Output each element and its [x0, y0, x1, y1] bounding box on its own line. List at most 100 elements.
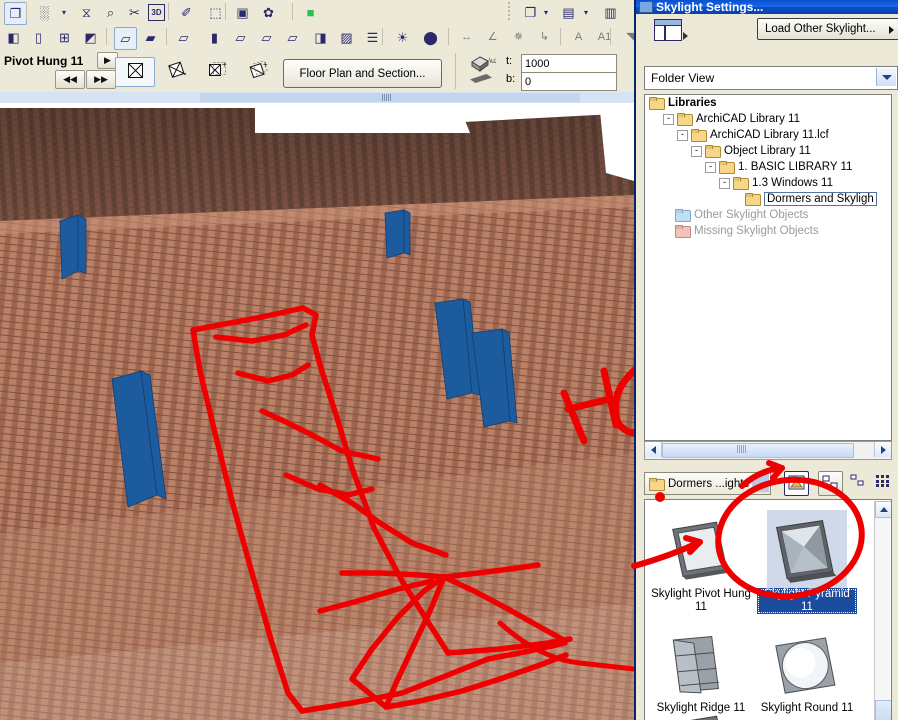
tree-item[interactable]: - Object Library 11: [645, 143, 891, 159]
object-thumbnail[interactable]: [651, 702, 751, 720]
navigator-icon[interactable]: ▤: [558, 2, 579, 23]
tree-toggle-icon[interactable]: -: [691, 145, 702, 157]
palette-icon[interactable]: ■: [300, 2, 321, 23]
level-dimension-icon[interactable]: ↳: [534, 27, 555, 48]
load-other-skylight-button[interactable]: Load Other Skylight...: [757, 18, 898, 40]
tree-item[interactable]: Missing Skylight Objects: [645, 223, 891, 239]
tree-toggle-icon[interactable]: -: [705, 161, 716, 173]
view-mode-dropdown[interactable]: Folder View: [644, 66, 898, 90]
dialog-title-bar[interactable]: Skylight Settings...: [636, 0, 898, 14]
tree-item[interactable]: Libraries: [645, 95, 891, 111]
column-tool-icon[interactable]: ▮: [204, 27, 225, 48]
light-tool-icon[interactable]: ☀: [392, 27, 413, 48]
morph-tool-icon[interactable]: ⬤: [420, 27, 441, 48]
large-icons-button[interactable]: [818, 471, 843, 496]
angle-dimension-icon[interactable]: ∠: [482, 27, 503, 48]
camera-icon[interactable]: ▣: [232, 2, 253, 23]
current-library-selector[interactable]: Dormers ...ights 11: [644, 472, 771, 495]
3d-view-icon[interactable]: 3D: [148, 4, 165, 21]
top-height-input[interactable]: 1000: [521, 54, 617, 73]
preview-view-button[interactable]: [784, 471, 809, 496]
shell-tool-icon[interactable]: ◨: [310, 27, 331, 48]
tree-item[interactable]: Other Skylight Objects: [645, 207, 891, 223]
library-tree[interactable]: Libraries - ArchiCAD Library 11- ArchiCAD L…: [644, 94, 892, 441]
find-select-icon[interactable]: ⌕: [100, 2, 121, 23]
slab-tool-icon[interactable]: ▱: [230, 27, 251, 48]
object-thumbnail[interactable]: Skylight Pyramid 11: [757, 508, 857, 614]
tree-scroll-thumb[interactable]: [662, 443, 854, 458]
tree-item[interactable]: - 1. BASIC LIBRARY 11: [645, 159, 891, 175]
radial-dimension-icon[interactable]: ✵: [508, 27, 529, 48]
browse-arrow-icon[interactable]: [683, 32, 688, 40]
tree-item[interactable]: - ArchiCAD Library 11: [645, 111, 891, 127]
navigator-arrow-icon[interactable]: ▾: [580, 2, 592, 23]
screenshot-root: ❐ ░ ▾ ⧖ ⌕ ✂ 3D ✐ ⬚ ▣ ✿ ■ ❐ ▾ ▤ ▾ ▥ ◧ ▯ ⊞ ◩ ▱ ▰ ▱ ▮ ▱ ▱ ▱ ◨ ▨ ☰ ☀ ⬤ ↔ ∠ ✵ ↳ A…: [0, 0, 898, 720]
paint-brush-icon[interactable]: ✐: [176, 2, 197, 23]
toolbar-divider-3: [225, 3, 226, 20]
filter-icon[interactable]: ⧖: [76, 2, 97, 23]
marquee-icon[interactable]: ░: [34, 2, 55, 23]
list-view-icon: [875, 474, 893, 491]
thumbnail-vertical-scrollbar[interactable]: [874, 501, 891, 720]
object-tool-icon[interactable]: ▱: [114, 27, 137, 50]
previous-object-button[interactable]: ◀◀: [55, 70, 85, 89]
archicad-application: ❐ ░ ▾ ⧖ ⌕ ✂ 3D ✐ ⬚ ▣ ✿ ■ ❐ ▾ ▤ ▾ ▥ ◧ ▯ ⊞ ◩ ▱ ▰ ▱ ▮ ▱ ▱ ▱ ◨ ▨ ☰ ☀ ⬤ ↔ ∠ ✵ ↳ A…: [0, 0, 634, 720]
organizer-icon[interactable]: ▥: [600, 2, 621, 23]
list-view-button[interactable]: [874, 474, 894, 490]
scroll-right-button[interactable]: [874, 442, 891, 457]
toolbar-divider-1: [26, 3, 27, 20]
bottom-height-input[interactable]: 0: [521, 72, 617, 91]
scissors-icon[interactable]: ✂: [124, 2, 145, 23]
object-tool-icon[interactable]: ❐: [4, 2, 27, 25]
3d-viewport[interactable]: [0, 103, 634, 720]
dialog-title: Skylight Settings...: [656, 0, 764, 14]
label-tool-icon[interactable]: A1: [594, 27, 615, 48]
object-thumbnail[interactable]: Skylight Pivot Hung 11: [651, 508, 751, 614]
corner-window-icon[interactable]: ◩: [80, 27, 101, 48]
linear-dimension-icon[interactable]: ↔: [456, 27, 477, 48]
tree-item[interactable]: Dormers and Skyligh: [645, 191, 891, 207]
window-list-icon[interactable]: ❐: [520, 2, 541, 23]
tree-toggle-icon[interactable]: -: [719, 177, 730, 189]
tree-toggle-icon[interactable]: -: [663, 113, 674, 125]
window-tool-icon[interactable]: ⊞: [54, 27, 75, 48]
fill-tool-icon[interactable]: ◥: [620, 27, 634, 48]
tree-item[interactable]: - 1.3 Windows 11: [645, 175, 891, 191]
text-tool-icon[interactable]: A: [568, 27, 589, 48]
geometry-method-button-4[interactable]: +: [240, 57, 278, 85]
object-name-label: Skylight Pivot Hung 11: [651, 588, 751, 613]
geometry-method-button-1[interactable]: [115, 57, 155, 87]
chevron-down-icon[interactable]: [876, 68, 896, 86]
floor-plan-and-section-button[interactable]: Floor Plan and Section...: [283, 59, 442, 88]
stair-tool-icon[interactable]: ☰: [362, 27, 383, 48]
zone-tool-icon[interactable]: ▨: [336, 27, 357, 48]
render-icon[interactable]: ✿: [258, 2, 279, 23]
current-library-label: Dormers ...ights 11: [668, 477, 765, 490]
toolbar-grip-icon[interactable]: [508, 2, 510, 21]
scroll-left-button[interactable]: [645, 442, 662, 457]
browse-grid-icon[interactable]: [654, 19, 682, 41]
mesh-tool-icon[interactable]: ▱: [282, 27, 303, 48]
geometry-method-button-2[interactable]: [158, 57, 196, 85]
window-arrow-icon[interactable]: ▾: [540, 2, 552, 23]
library-dropdown-button[interactable]: [752, 474, 769, 492]
picture-icon[interactable]: ⬚: [205, 2, 226, 23]
roof-tool-icon[interactable]: ▱: [256, 27, 277, 48]
tree-toggle-icon[interactable]: -: [677, 129, 688, 141]
folder-icon: [675, 225, 691, 238]
tree-item[interactable]: - ArchiCAD Library 11.lcf: [645, 127, 891, 143]
small-icons-button[interactable]: [849, 474, 869, 490]
door-tool-icon[interactable]: ▯: [28, 27, 49, 48]
geometry-method-button-3[interactable]: +: [200, 57, 238, 85]
lamp-tool-icon[interactable]: ▰: [140, 27, 161, 48]
vertical-scroll-thumb[interactable]: [875, 700, 891, 720]
scroll-up-button[interactable]: [875, 501, 891, 518]
dropdown-arrow-icon[interactable]: ▾: [58, 2, 70, 23]
tree-horizontal-scrollbar[interactable]: [644, 441, 892, 460]
wall-tool-icon[interactable]: ◧: [3, 27, 24, 48]
object-thumbnail[interactable]: Skylight Round 11: [757, 622, 857, 715]
beam-tool-icon[interactable]: ▱: [173, 27, 194, 48]
object-thumbnail-panel[interactable]: Skylight Pivot Hung 11 Skylight Pyramid 1…: [644, 499, 892, 720]
folder-icon: [745, 193, 761, 206]
next-object-button[interactable]: ▶▶: [86, 70, 116, 89]
